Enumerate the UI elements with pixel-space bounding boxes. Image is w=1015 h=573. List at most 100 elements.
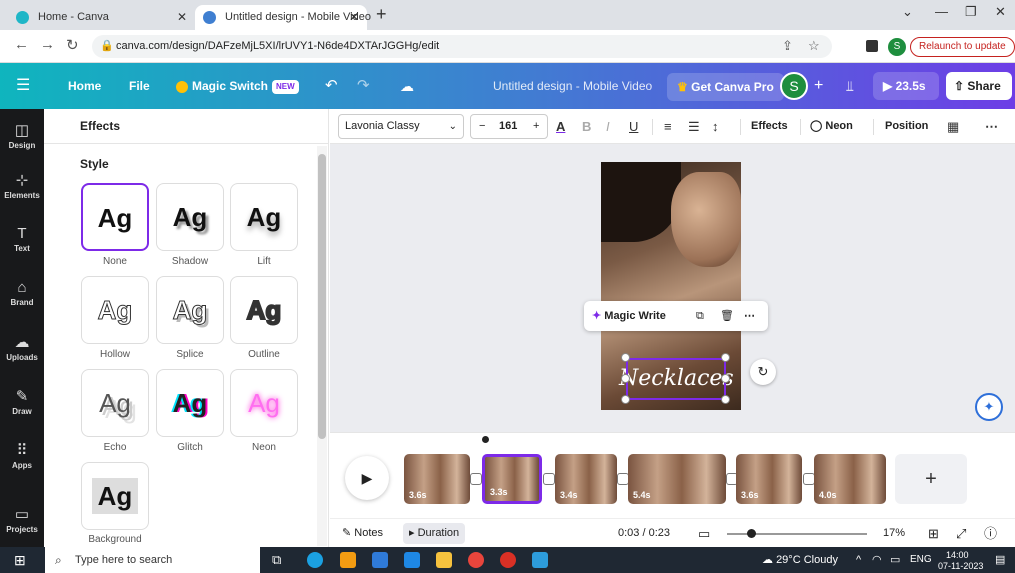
transition-icon[interactable] bbox=[543, 473, 555, 485]
resize-handle[interactable] bbox=[721, 353, 730, 362]
notes-button[interactable]: ✎ Notes bbox=[342, 519, 383, 548]
browser-tab-design[interactable]: Untitled design - Mobile Video ✕ bbox=[195, 5, 371, 30]
panel-scrollbar[interactable] bbox=[318, 154, 326, 439]
rail-item-design[interactable]: ◫ Design bbox=[0, 121, 44, 150]
font-size-value[interactable]: 161 bbox=[499, 115, 517, 138]
resize-handle[interactable] bbox=[621, 395, 630, 404]
zoom-slider-knob[interactable] bbox=[747, 529, 756, 538]
task-view-icon[interactable]: ⧉ bbox=[272, 547, 281, 573]
rail-item-projects[interactable]: ▭ Projects bbox=[0, 505, 44, 534]
profile-avatar[interactable]: S bbox=[888, 38, 906, 56]
rail-item-text[interactable]: T Text bbox=[0, 225, 44, 253]
explorer-app-icon[interactable] bbox=[436, 552, 452, 568]
style-background-card[interactable]: Ag bbox=[81, 462, 149, 530]
get-pro-button[interactable]: ♛ Get Canva Pro bbox=[667, 73, 784, 101]
clock-date[interactable]: 07-11-2023 bbox=[938, 553, 983, 573]
style-echo-card[interactable]: Ag bbox=[81, 369, 149, 437]
windows-start-icon[interactable]: ⊞ bbox=[14, 547, 26, 573]
underline-icon[interactable]: U bbox=[629, 109, 638, 144]
transition-icon[interactable] bbox=[470, 473, 482, 485]
style-hollow-card[interactable]: Ag bbox=[81, 276, 149, 344]
design-canvas[interactable]: Necklaces ✦ Magic Write ⧉ 🗑 ⋯ ↻ ✦ bbox=[330, 144, 1015, 432]
maximize-icon[interactable]: ❐ bbox=[965, 4, 977, 20]
tray-chevron-icon[interactable]: ^ bbox=[856, 547, 861, 573]
trash-icon[interactable]: 🗑 bbox=[720, 301, 734, 331]
close-tab-icon[interactable]: ✕ bbox=[349, 5, 359, 30]
bookmark-star-icon[interactable]: ☆ bbox=[808, 38, 820, 54]
add-page-button[interactable]: + bbox=[895, 454, 967, 504]
grid-view-icon[interactable]: ▭ bbox=[698, 519, 710, 548]
font-size-stepper[interactable]: − 161 + bbox=[470, 114, 548, 139]
list-icon[interactable]: ☰ bbox=[688, 109, 700, 144]
more-icon[interactable]: ⋯ bbox=[744, 301, 755, 331]
style-lift-card[interactable]: Ag bbox=[230, 183, 298, 251]
invite-plus-icon[interactable]: + bbox=[814, 63, 823, 109]
design-title[interactable]: Untitled design - Mobile Video bbox=[493, 63, 652, 109]
resize-handle[interactable] bbox=[721, 395, 730, 404]
language-indicator[interactable]: ENG bbox=[910, 547, 932, 573]
network-icon[interactable]: ◠ bbox=[872, 547, 882, 573]
redo-icon[interactable]: ↷ bbox=[357, 63, 370, 109]
style-glitch-card[interactable]: Ag bbox=[156, 369, 224, 437]
resize-handle[interactable] bbox=[621, 374, 630, 383]
timeline-clip[interactable]: 3.6s bbox=[736, 454, 802, 504]
effects-button[interactable]: Effects bbox=[751, 109, 788, 144]
photos-app-icon[interactable] bbox=[532, 552, 548, 568]
magic-switch-button[interactable]: Magic Switch NEW bbox=[176, 63, 299, 109]
help-icon[interactable]: ⓘ bbox=[984, 519, 997, 548]
mail-app-icon[interactable] bbox=[404, 552, 420, 568]
decrease-size-button[interactable]: − bbox=[479, 115, 485, 138]
style-none-card[interactable]: Ag bbox=[81, 183, 149, 251]
style-shadow-card[interactable]: Ag bbox=[156, 183, 224, 251]
close-tab-icon[interactable]: ✕ bbox=[177, 5, 187, 30]
new-tab-icon[interactable]: + bbox=[376, 4, 387, 25]
bold-icon[interactable]: B bbox=[582, 109, 591, 144]
duplicate-icon[interactable]: ⧉ bbox=[696, 301, 704, 331]
timeline-clip-selected[interactable]: 3.3s bbox=[482, 454, 542, 504]
text-color-icon[interactable]: A bbox=[556, 109, 565, 144]
share-button[interactable]: ⇧ Share bbox=[946, 72, 1012, 100]
rail-item-uploads[interactable]: ☁ Uploads bbox=[0, 333, 44, 362]
increase-size-button[interactable]: + bbox=[533, 115, 539, 138]
store-app-icon[interactable] bbox=[372, 552, 388, 568]
playhead[interactable] bbox=[482, 436, 489, 443]
chrome-app-icon[interactable] bbox=[468, 552, 484, 568]
zoom-level[interactable]: 17% bbox=[883, 519, 905, 548]
undo-icon[interactable]: ↶ bbox=[325, 63, 338, 109]
more-options-icon[interactable]: ⋯ bbox=[985, 109, 998, 144]
font-family-select[interactable]: Lavonia Classy ⌄ bbox=[338, 114, 464, 139]
style-outline-card[interactable]: Ag bbox=[230, 276, 298, 344]
taskbar-search-input[interactable]: ⌕ Type here to search bbox=[45, 547, 260, 573]
style-splice-card[interactable]: Ag bbox=[156, 276, 224, 344]
present-play-button[interactable]: ▶ 23.5s bbox=[873, 72, 939, 100]
analytics-icon[interactable]: ⫫ bbox=[846, 63, 854, 109]
cloud-saved-icon[interactable]: ☁ bbox=[400, 63, 414, 109]
italic-icon[interactable]: I bbox=[606, 109, 610, 144]
duration-button[interactable]: ▸ Duration bbox=[403, 523, 466, 544]
pages-grid-icon[interactable]: ⊞ bbox=[928, 519, 939, 548]
battery-icon[interactable]: ▭ bbox=[890, 547, 900, 573]
rail-item-elements[interactable]: ⊹ Elements bbox=[0, 171, 44, 200]
timeline-clip[interactable]: 3.4s bbox=[555, 454, 617, 504]
timeline-clip[interactable]: 3.6s bbox=[404, 454, 470, 504]
edge-app-icon[interactable] bbox=[307, 552, 323, 568]
chrome-profile-app-icon[interactable] bbox=[500, 552, 516, 568]
resize-handle[interactable] bbox=[721, 374, 730, 383]
rail-item-brand[interactable]: ⌂ Brand bbox=[0, 279, 44, 307]
transparency-icon[interactable]: ▦ bbox=[947, 109, 959, 144]
notifications-icon[interactable]: ▤ bbox=[995, 547, 1005, 573]
menu-icon[interactable]: ☰ bbox=[16, 63, 30, 109]
close-window-icon[interactable]: ✕ bbox=[995, 4, 1006, 20]
spacing-icon[interactable]: ↕ bbox=[712, 109, 719, 144]
reload-icon[interactable]: ↻ bbox=[66, 36, 79, 54]
relaunch-button[interactable]: Relaunch to update bbox=[910, 37, 1015, 57]
magic-write-button[interactable]: ✦ Magic Write bbox=[592, 301, 666, 331]
browser-tab-home[interactable]: Home - Canva ✕ bbox=[8, 5, 195, 30]
timeline-clip[interactable]: 4.0s bbox=[814, 454, 886, 504]
back-icon[interactable]: ← bbox=[14, 36, 29, 53]
magic-assistant-icon[interactable]: ✦ bbox=[975, 393, 1003, 421]
play-button[interactable]: ▶ bbox=[345, 456, 389, 500]
url-input[interactable]: 🔒 canva.com/design/DAFzeMjL5XI/lrUVY1-N6… bbox=[92, 35, 832, 58]
rail-item-apps[interactable]: ⠿ Apps bbox=[0, 441, 44, 470]
home-link[interactable]: Home bbox=[68, 63, 101, 109]
